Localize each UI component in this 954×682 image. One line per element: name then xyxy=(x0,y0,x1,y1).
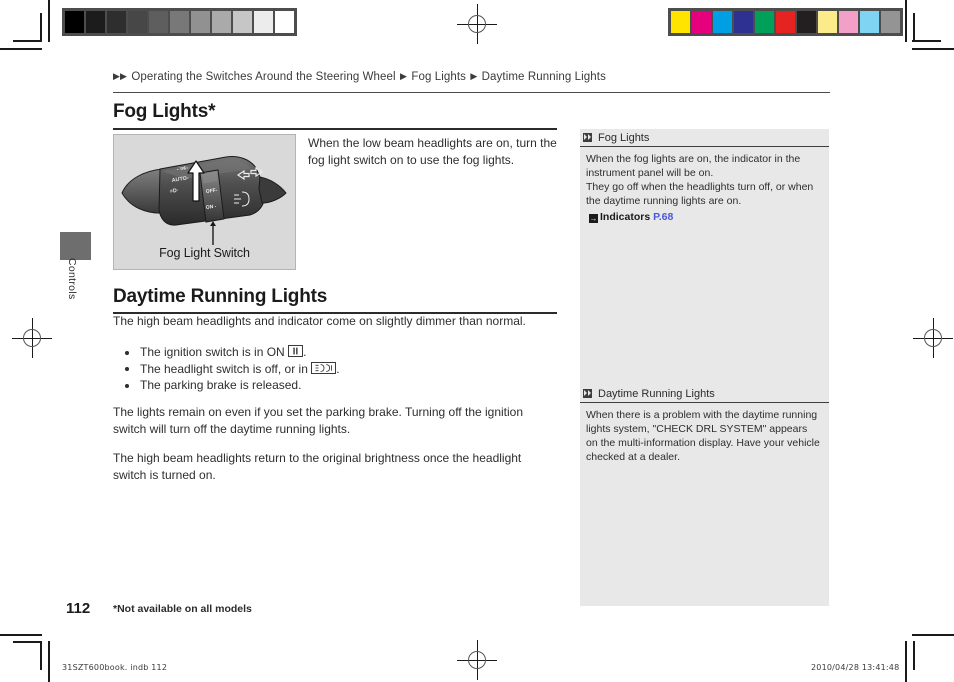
breadcrumb-item-fog-lights[interactable]: Fog Lights xyxy=(410,71,467,83)
list-item-text-tail: . xyxy=(303,345,307,359)
note-daytime-running-lights: Daytime Running Lights When there is a p… xyxy=(580,385,829,464)
page-footnote: *Not available on all models xyxy=(113,603,252,615)
page-number: 112 xyxy=(66,600,91,617)
breadcrumb-item-operating-switches[interactable]: Operating the Switches Around the Steeri… xyxy=(130,71,396,83)
bullet-dot-icon xyxy=(125,367,129,371)
note-body-fog-lights: When the fog lights are on, the indicato… xyxy=(586,153,814,207)
reference-arrow-icon: → xyxy=(589,214,598,223)
fog-light-switch-figure: -`¤¢- AUTO- ≡D· OFF- ON - Fog Light Swit… xyxy=(113,134,296,270)
list-item: The ignition switch is in ON . xyxy=(122,344,562,361)
sidebar-notes-panel: Fog Lights When the fog lights are on, t… xyxy=(580,129,829,606)
note-body-daytime-running-lights: When there is a problem with the daytime… xyxy=(586,409,820,463)
drl-lead-text: The high beam headlights and indicator c… xyxy=(113,314,526,328)
breadcrumb: ▶▶ Operating the Switches Around the Ste… xyxy=(113,71,830,83)
section-divider-fog-lights xyxy=(113,128,557,130)
note-fog-lights: Fog Lights When the fog lights are on, t… xyxy=(580,129,829,223)
reference-label: Indicators xyxy=(600,211,651,223)
list-item: The headlight switch is off, or in . xyxy=(122,361,562,378)
note-heading-text: Fog Lights xyxy=(598,132,650,144)
drl-condition-list: The ignition switch is in ON . The headl… xyxy=(122,344,562,394)
ignition-position-II-icon xyxy=(288,345,304,357)
bullet-dot-icon xyxy=(125,350,129,355)
breadcrumb-divider xyxy=(113,92,830,93)
note-marker-icon xyxy=(583,133,592,142)
list-item-text: The ignition switch is in ON xyxy=(140,345,289,359)
page-title-fog-lights: Fog Lights* xyxy=(113,101,216,122)
breadcrumb-item-daytime-running-lights[interactable]: Daytime Running Lights xyxy=(481,71,607,83)
breadcrumb-arrow-icon: ▶ xyxy=(470,71,478,81)
prepress-timestamp: 2010/04/28 13:41:48 xyxy=(811,663,900,672)
prepress-file-name: 31SZT600book. indb 112 xyxy=(62,663,168,672)
list-item-text: The parking brake is released. xyxy=(140,378,302,392)
note-reference-indicators[interactable]: → Indicators P.68 xyxy=(580,211,829,223)
position-lamp-icon xyxy=(311,361,337,374)
breadcrumb-arrow-icon: ▶ xyxy=(120,71,128,81)
figure-caption: Fog Light Switch xyxy=(159,246,250,260)
drl-paragraph-2: The high beam headlights return to the o… xyxy=(113,451,522,482)
breadcrumb-arrow-icon: ▶ xyxy=(400,71,408,81)
page-title-daytime-running-lights: Daytime Running Lights xyxy=(113,286,328,307)
chapter-thumb-tab xyxy=(60,232,91,260)
chapter-thumb-label: Controls xyxy=(66,258,78,300)
list-item-text: The headlight switch is off, or in xyxy=(140,361,312,376)
list-item: The parking brake is released. xyxy=(122,377,562,394)
breadcrumb-arrow-icon: ▶ xyxy=(113,71,121,81)
note-marker-icon xyxy=(583,389,592,398)
drl-paragraph-1: The lights remain on even if you set the… xyxy=(113,405,524,436)
list-item-text-tail: . xyxy=(336,361,340,376)
note-heading-daytime-running-lights: Daytime Running Lights xyxy=(580,385,829,403)
note-heading-fog-lights: Fog Lights xyxy=(580,129,829,147)
note-heading-text: Daytime Running Lights xyxy=(598,388,715,400)
reference-page-link[interactable]: P.68 xyxy=(653,211,673,223)
bullet-dot-icon xyxy=(125,383,129,388)
fog-lights-intro-text: When the low beam headlights are on, tur… xyxy=(308,136,557,167)
manual-page: ▶▶ Operating the Switches Around the Ste… xyxy=(0,0,954,682)
